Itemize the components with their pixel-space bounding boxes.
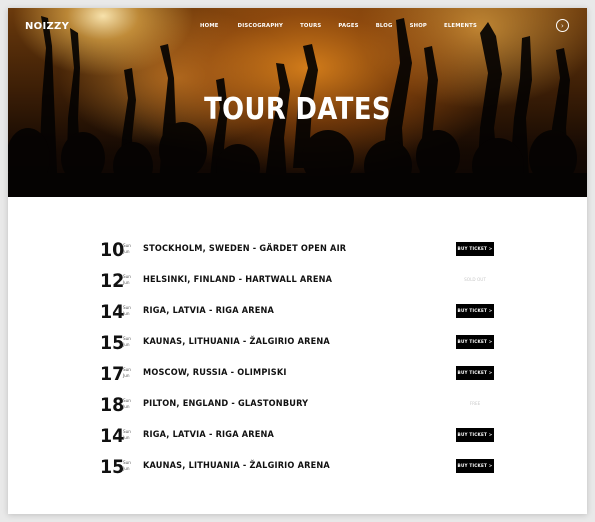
- tour-row: 18 Sun Jun PILTON, ENGLAND - GLASTONBURY …: [100, 394, 495, 425]
- tour-day: 17: [100, 363, 125, 385]
- buy-ticket-button[interactable]: BUY TICKET >: [456, 459, 494, 473]
- tour-venue[interactable]: KAUNAS, LITHUANIA - ŽALGIRIO ARENA: [143, 461, 330, 471]
- tour-month: Sun: [123, 243, 131, 248]
- tour-day: 15: [100, 332, 125, 354]
- tour-month: Sun: [123, 367, 131, 372]
- main-nav: HOME DISCOGRAPHY TOURS PAGES BLOG SHOP E…: [200, 23, 477, 29]
- tour-date-meta: Sun Jun: [123, 243, 131, 254]
- tour-row: 15 Sun Jun KAUNAS, LITHUANIA - ŽALGIRIO A…: [100, 332, 495, 363]
- tour-day: 18: [100, 394, 125, 416]
- tour-date-meta: Sun Jun: [123, 429, 131, 440]
- nav-shop[interactable]: SHOP: [410, 23, 427, 29]
- buy-ticket-button[interactable]: BUY TICKET >: [456, 304, 494, 318]
- tour-month: Sun: [123, 429, 131, 434]
- tour-list: 10 Sun Jun STOCKHOLM, SWEDEN - GÄRDET OPE…: [100, 239, 495, 487]
- tour-venue[interactable]: HELSINKI, FINLAND - HARTWALL ARENA: [143, 275, 332, 285]
- tour-month: Sun: [123, 274, 131, 279]
- tour-date-meta: Sun Jun: [123, 398, 131, 409]
- tour-year: Jun: [123, 310, 130, 316]
- tour-venue[interactable]: KAUNAS, LITHUANIA - ŽALGIRIO ARENA: [143, 337, 330, 347]
- site-logo[interactable]: NOIZZY: [25, 21, 69, 32]
- nav-pages[interactable]: PAGES: [338, 23, 358, 29]
- buy-ticket-button[interactable]: BUY TICKET >: [456, 242, 494, 256]
- tour-year: Jun: [123, 372, 130, 378]
- tour-year: Jun: [123, 403, 130, 409]
- buy-ticket-button[interactable]: BUY TICKET >: [456, 428, 494, 442]
- tour-month: Sun: [123, 460, 131, 465]
- tour-year: Jun: [123, 248, 130, 254]
- tour-day: 10: [100, 239, 125, 261]
- tour-row: 14 Sun Jun RIGA, LATVIA - RIGA ARENA BUY …: [100, 301, 495, 332]
- tour-venue[interactable]: RIGA, LATVIA - RIGA ARENA: [143, 430, 274, 440]
- buy-ticket-button[interactable]: BUY TICKET >: [456, 366, 494, 380]
- nav-discography[interactable]: DISCOGRAPHY: [238, 23, 283, 29]
- tour-date-meta: Sun Jun: [123, 305, 131, 316]
- page-card: NOIZZY HOME DISCOGRAPHY TOURS PAGES BLOG…: [8, 8, 587, 514]
- tour-venue[interactable]: RIGA, LATVIA - RIGA ARENA: [143, 306, 274, 316]
- tour-year: Jun: [123, 341, 130, 347]
- tour-month: Sun: [123, 398, 131, 403]
- tour-row: 12 Sun Jun HELSINKI, FINLAND - HARTWALL A…: [100, 270, 495, 301]
- tour-date-meta: Sun Jun: [123, 274, 131, 285]
- tour-day: 12: [100, 270, 125, 292]
- tour-day: 15: [100, 456, 125, 478]
- tour-venue[interactable]: PILTON, ENGLAND - GLASTONBURY: [143, 399, 308, 409]
- tour-month: Sun: [123, 305, 131, 310]
- tour-day: 14: [100, 301, 125, 323]
- tour-date-meta: Sun Jun: [123, 367, 131, 378]
- tour-year: Jun: [123, 279, 130, 285]
- sold-out-label: SOLD OUT: [464, 277, 486, 282]
- nav-tours[interactable]: TOURS: [300, 23, 321, 29]
- buy-ticket-button[interactable]: BUY TICKET >: [456, 335, 494, 349]
- page-title: TOUR DATES: [204, 92, 391, 127]
- tour-row: 14 Sun Jun RIGA, LATVIA - RIGA ARENA BUY …: [100, 425, 495, 456]
- tour-row: 15 Sun Jun KAUNAS, LITHUANIA - ŽALGIRIO A…: [100, 456, 495, 487]
- tour-row: 10 Sun Jun STOCKHOLM, SWEDEN - GÄRDET OPE…: [100, 239, 495, 270]
- tour-month: Sun: [123, 336, 131, 341]
- tour-year: Jun: [123, 434, 130, 440]
- free-label: FREE: [469, 401, 481, 406]
- tour-day: 14: [100, 425, 125, 447]
- nav-blog[interactable]: BLOG: [376, 23, 393, 29]
- nav-home[interactable]: HOME: [200, 23, 219, 29]
- hero-banner: NOIZZY HOME DISCOGRAPHY TOURS PAGES BLOG…: [8, 8, 587, 197]
- tour-date-meta: Sun Jun: [123, 460, 131, 471]
- tour-venue[interactable]: STOCKHOLM, SWEDEN - GÄRDET OPEN AIR: [143, 244, 346, 254]
- tour-venue[interactable]: MOSCOW, RUSSIA - OLIMPISKI: [143, 368, 287, 378]
- nav-elements[interactable]: ELEMENTS: [444, 23, 477, 29]
- tour-row: 17 Sun Jun MOSCOW, RUSSIA - OLIMPISKI BUY…: [100, 363, 495, 394]
- chevron-right-icon: ›: [561, 21, 564, 30]
- side-menu-button[interactable]: ›: [556, 19, 569, 32]
- tour-year: Jun: [123, 465, 130, 471]
- tour-date-meta: Sun Jun: [123, 336, 131, 347]
